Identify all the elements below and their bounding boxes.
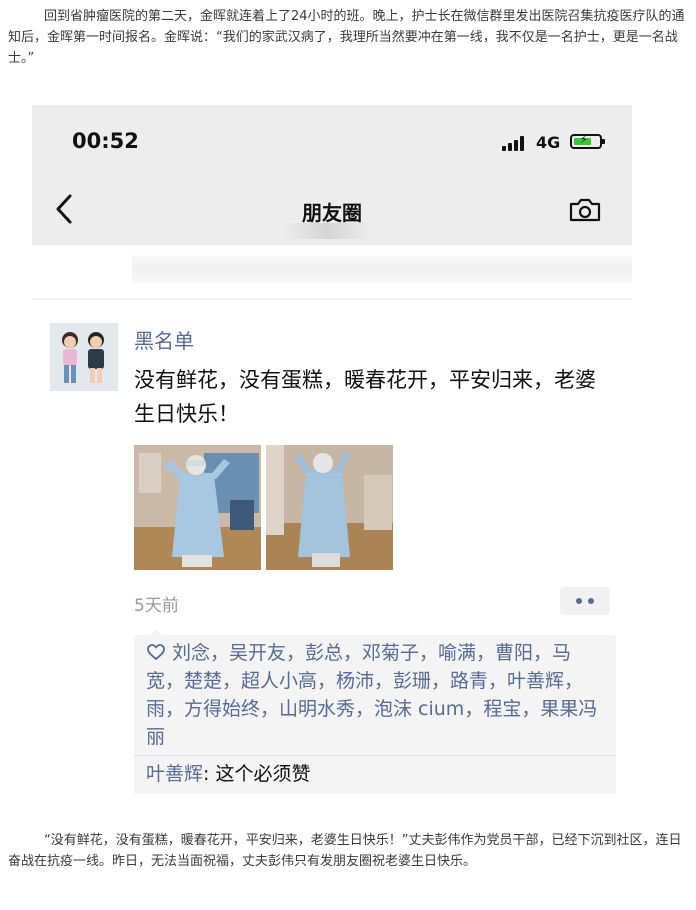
post-photo-1[interactable] (134, 445, 261, 570)
page-title: 朋友圈 (302, 201, 362, 225)
top-bar: 00:52 4G ⚡ 朋友圈 (32, 105, 632, 245)
camera-button[interactable] (568, 197, 602, 223)
status-time: 00:52 (72, 129, 139, 153)
blurred-region (282, 223, 372, 239)
article-intro-paragraph: 回到省肿瘤医院的第二天，金晖就连着上了24小时的班。晚上，护士长在微信群里发出医… (8, 9, 685, 66)
divider (32, 298, 632, 300)
more-button[interactable] (560, 587, 610, 615)
post-username[interactable]: 黑名单 (134, 325, 194, 354)
post-text: 没有鲜花，没有蛋糕，暖春花开，平安归来，老婆生日快乐！ (134, 368, 596, 426)
post-time: 5天前 (134, 596, 179, 616)
avatar[interactable] (50, 323, 118, 391)
heart-icon (147, 644, 165, 660)
comment-author[interactable]: 叶善辉 (146, 763, 203, 785)
camera-icon (569, 198, 601, 222)
back-button[interactable] (52, 191, 78, 227)
blurred-region (132, 255, 632, 283)
battery-icon: ⚡ (570, 133, 605, 149)
ellipsis-icon (576, 598, 582, 604)
network-label: 4G (536, 133, 561, 152)
wechat-moments-screenshot: 00:52 4G ⚡ 朋友圈 黑名单 没有鲜花，没有蛋糕，暖春花开，平安归来，老… (32, 105, 632, 825)
signal-icon (502, 135, 530, 151)
comment-separator: : (203, 763, 216, 785)
post-photo-2[interactable] (266, 445, 393, 570)
article-outro-paragraph: “没有鲜花，没有蛋糕，暖春花开，平安归来，老婆生日快乐！”丈夫彭伟作为党员干部，… (8, 833, 682, 869)
likes-names[interactable]: 刘念，吴开友，彭总，邓菊子，喻满，曹阳，马宽，楚楚，超人小高，杨沛，彭珊，路青，… (146, 642, 597, 748)
comment[interactable]: 叶善辉: 这个必须赞 (134, 756, 616, 794)
comment-text: 这个必须赞 (215, 763, 311, 785)
likes-comments-box: 刘念，吴开友，彭总，邓菊子，喻满，曹阳，马宽，楚楚，超人小高，杨沛，彭珊，路青，… (134, 629, 616, 794)
chevron-left-icon (56, 194, 72, 224)
likes-list: 刘念，吴开友，彭总，邓菊子，喻满，曹阳，马宽，楚楚，超人小高，杨沛，彭珊，路青，… (134, 635, 616, 755)
avatar-image (50, 323, 118, 391)
